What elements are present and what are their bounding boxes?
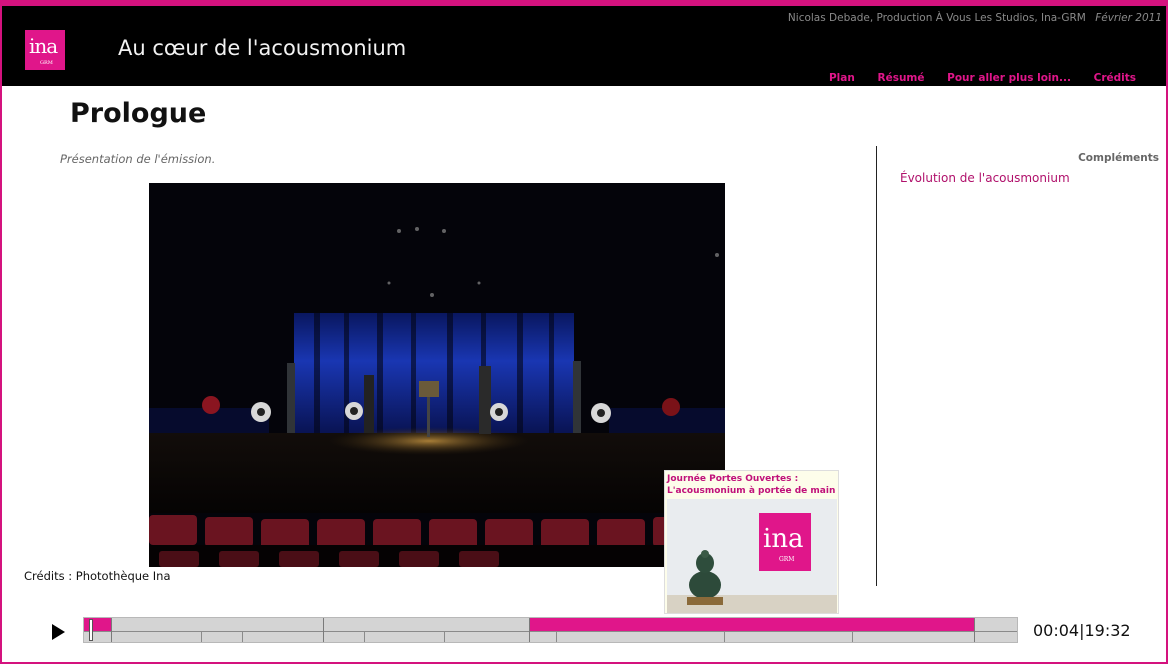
byline: Nicolas Debade, Production À Vous Les St… [788, 12, 1162, 24]
stage-illustration [149, 183, 725, 567]
photo-credits: Crédits : Photothèque Ina [24, 569, 171, 583]
logo-text: ina [29, 34, 58, 58]
complements-heading: Compléments [1078, 152, 1159, 164]
page-title: Prologue [70, 98, 207, 129]
stage-photo [149, 183, 725, 567]
timeline-tick [364, 631, 365, 642]
column-divider [876, 146, 877, 586]
timeline-segment-highlight[interactable] [529, 618, 974, 631]
thumbnail-logo-sub: GRM [779, 556, 794, 563]
thumbnail-title-line1: Journée Portes Ouvertes : [667, 474, 799, 484]
thumbnail-logo-text: ina [763, 524, 804, 554]
byline-author: Nicolas Debade, Production À Vous Les St… [787, 12, 1086, 24]
timeline-chapter-sep [529, 618, 530, 642]
timeline-tick [242, 631, 243, 642]
timeline-tick [724, 631, 725, 642]
nav-resume[interactable]: Résumé [877, 72, 924, 84]
related-video-thumbnail[interactable]: Journée Portes Ouvertes : L'acousmonium … [664, 470, 839, 614]
timeline-chapter-sep [974, 618, 975, 642]
nav-further[interactable]: Pour aller plus loin... [947, 72, 1071, 84]
timeline-divider-line [84, 631, 1017, 632]
byline-date: Février 2011 [1095, 12, 1162, 24]
ina-logo[interactable]: ina GRM [25, 30, 65, 70]
app-title: Au cœur de l'acousmonium [118, 36, 407, 60]
timeline-tick [444, 631, 445, 642]
timeline-tick [556, 631, 557, 642]
thumbnail-title: Journée Portes Ouvertes : L'acousmonium … [667, 473, 837, 497]
timeline-tick [201, 631, 202, 642]
playhead-handle[interactable] [89, 619, 93, 641]
time-display: 00:04|19:32 [1033, 621, 1131, 640]
main-nav: Plan Résumé Pour aller plus loin... Créd… [810, 72, 1136, 84]
nav-credits[interactable]: Crédits [1094, 72, 1136, 84]
chapter-timeline[interactable] [83, 617, 1018, 643]
thumbnail-image: ina GRM [667, 499, 837, 613]
header-bar: ina GRM Au cœur de l'acousmonium Nicolas… [2, 6, 1166, 86]
timeline-chapter-sep [111, 618, 112, 642]
timeline-chapter-sep [323, 618, 324, 642]
nav-plan[interactable]: Plan [829, 72, 855, 84]
page-subtitle: Présentation de l'émission. [60, 152, 216, 166]
thumbnail-title-line2: L'acousmonium à portée de main [667, 486, 836, 496]
timeline-tick [852, 631, 853, 642]
play-button[interactable] [52, 624, 65, 640]
logo-sub: GRM [40, 60, 53, 66]
complement-link-evolution[interactable]: Évolution de l'acousmonium [900, 171, 1070, 185]
